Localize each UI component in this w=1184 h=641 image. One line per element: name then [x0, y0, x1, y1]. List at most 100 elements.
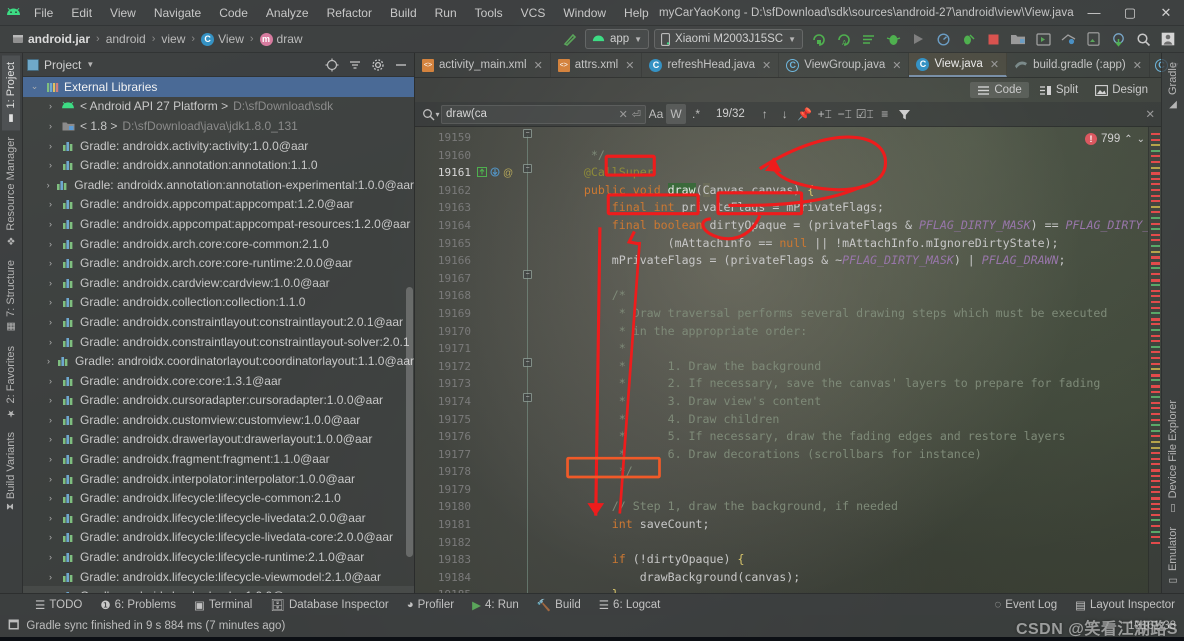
- error-marker[interactable]: [1151, 284, 1160, 287]
- error-marker[interactable]: [1151, 463, 1160, 466]
- error-marker[interactable]: [1151, 267, 1160, 270]
- tree-node[interactable]: › Gradle: androidx.annotation:annotation:…: [23, 155, 414, 175]
- apply-changes-restart-icon[interactable]: [858, 29, 878, 49]
- code-line[interactable]: */: [535, 463, 1148, 481]
- close-tab-icon[interactable]: ✕: [762, 59, 771, 72]
- error-marker[interactable]: [1151, 401, 1160, 404]
- error-marker[interactable]: [1151, 474, 1160, 477]
- chevron-right-icon[interactable]: ›: [45, 278, 56, 288]
- error-marker[interactable]: [1151, 261, 1160, 265]
- chevron-right-icon[interactable]: ›: [45, 454, 56, 464]
- error-marker[interactable]: [1151, 239, 1160, 242]
- tree-node[interactable]: › Gradle: androidx.annotation:annotation-…: [23, 175, 414, 195]
- sidebar-item-resource-manager[interactable]: ❖ Resource Manager: [2, 130, 20, 253]
- error-marker[interactable]: [1151, 155, 1160, 158]
- error-marker[interactable]: [1151, 256, 1160, 260]
- run-icon[interactable]: [908, 29, 928, 49]
- tree-node[interactable]: › Gradle: androidx.arch.core:core-common:…: [23, 234, 414, 254]
- error-marker[interactable]: [1151, 435, 1160, 438]
- error-marker[interactable]: [1151, 413, 1160, 415]
- search-history-icon[interactable]: ⏎: [632, 108, 641, 121]
- error-marker[interactable]: [1151, 502, 1160, 505]
- tool-button-problems[interactable]: ❶ 6: Problems: [91, 596, 185, 614]
- code-line[interactable]: [535, 534, 1148, 552]
- tree-node-external-libraries[interactable]: ⌄ External Libraries: [23, 77, 414, 97]
- menu-view[interactable]: View: [102, 3, 144, 23]
- code-line[interactable]: [535, 481, 1148, 499]
- next-match-icon[interactable]: ↓: [775, 104, 795, 124]
- error-marker[interactable]: [1151, 250, 1160, 253]
- error-marker[interactable]: [1151, 312, 1160, 315]
- tree-node[interactable]: › Gradle: androidx.activity:activity:1.0.…: [23, 136, 414, 156]
- tree-node[interactable]: › Gradle: androidx.drawerlayout:drawerlay…: [23, 430, 414, 450]
- chevron-right-icon[interactable]: ›: [45, 532, 56, 542]
- fold-box-block-2[interactable]: −: [523, 393, 532, 402]
- error-marker[interactable]: [1151, 469, 1160, 472]
- code-editor[interactable]: 19159 19160 19161 19162 19163 19164 19165 19166…: [415, 127, 1161, 593]
- sidebar-item-device-file-explorer[interactable]: ▯ Device File Explorer: [1164, 393, 1182, 520]
- error-marker[interactable]: [1151, 278, 1160, 282]
- tree-node[interactable]: › Gradle: androidx.core:core:1.3.1@aar: [23, 371, 414, 391]
- chevron-right-icon[interactable]: ›: [45, 258, 56, 268]
- error-marker[interactable]: [1151, 541, 1160, 544]
- notification-icon[interactable]: 🗖: [8, 616, 19, 637]
- fold-box-top[interactable]: −: [523, 129, 532, 138]
- error-marker[interactable]: [1151, 345, 1160, 348]
- error-marker[interactable]: [1151, 446, 1160, 449]
- code-line[interactable]: int saveCount;: [535, 516, 1148, 534]
- tool-button-profiler[interactable]: ◕ Profiler: [398, 597, 463, 613]
- chevron-right-icon[interactable]: ›: [45, 376, 56, 386]
- close-tab-icon[interactable]: ✕: [534, 59, 543, 72]
- code-line[interactable]: public void draw(Canvas canvas) {: [535, 182, 1148, 200]
- chevron-right-icon[interactable]: ›: [45, 395, 56, 405]
- next-problem-icon[interactable]: ⌄: [1137, 134, 1145, 145]
- error-marker-gutter[interactable]: [1148, 127, 1161, 593]
- tree-node[interactable]: › < Android API 27 Platform > D:\sfDownlo…: [23, 97, 414, 117]
- tree-node[interactable]: › Gradle: androidx.constraintlayout:const…: [23, 332, 414, 352]
- error-marker[interactable]: [1151, 457, 1160, 460]
- error-marker[interactable]: [1151, 149, 1160, 152]
- error-marker[interactable]: [1151, 357, 1160, 359]
- chevron-right-icon[interactable]: ›: [45, 493, 56, 503]
- chevron-right-icon[interactable]: ›: [45, 415, 56, 425]
- tool-button-run[interactable]: ▶ 4: Run: [463, 596, 528, 614]
- gear-icon[interactable]: [369, 56, 387, 74]
- error-marker[interactable]: [1151, 480, 1160, 483]
- error-marker[interactable]: [1151, 418, 1160, 421]
- pin-icon[interactable]: 📌: [795, 104, 815, 124]
- tree-node[interactable]: › Gradle: androidx.constraintlayout:const…: [23, 312, 414, 332]
- code-line[interactable]: */: [535, 147, 1148, 165]
- chevron-right-icon[interactable]: ›: [45, 317, 56, 327]
- chevron-down-icon[interactable]: ⌄: [29, 81, 40, 92]
- tree-node[interactable]: › Gradle: androidx.lifecycle:lifecycle-vi…: [23, 567, 414, 587]
- error-marker[interactable]: [1151, 452, 1160, 455]
- error-marker[interactable]: [1151, 172, 1160, 176]
- menu-edit[interactable]: Edit: [63, 3, 100, 23]
- implemented-method-icon[interactable]: [490, 164, 500, 182]
- search-everywhere-icon[interactable]: [1133, 29, 1153, 49]
- error-marker[interactable]: [1151, 200, 1160, 203]
- error-marker[interactable]: [1151, 144, 1160, 147]
- remove-selection-icon[interactable]: −⌶: [835, 104, 855, 124]
- error-marker[interactable]: [1151, 513, 1160, 516]
- sidebar-item-build-variants[interactable]: ⧗ Build Variants: [2, 425, 20, 517]
- error-marker[interactable]: [1151, 295, 1160, 298]
- tool-button-event-log[interactable]: ◌ Event Log: [985, 597, 1066, 613]
- breadcrumb-draw-method[interactable]: m draw: [256, 30, 307, 48]
- error-marker[interactable]: [1151, 228, 1160, 231]
- error-marker[interactable]: [1151, 373, 1160, 377]
- close-tab-icon[interactable]: ✕: [1133, 59, 1142, 72]
- error-marker[interactable]: [1151, 133, 1160, 135]
- clear-search-icon[interactable]: ✕: [619, 108, 628, 121]
- error-marker[interactable]: [1151, 233, 1160, 236]
- error-marker[interactable]: [1151, 245, 1160, 247]
- sidebar-item-structure[interactable]: ▦ 7: Structure: [2, 253, 20, 339]
- tree-node[interactable]: › Gradle: androidx.interpolator:interpola…: [23, 469, 414, 489]
- error-marker[interactable]: [1151, 508, 1160, 511]
- code-line[interactable]: * in the appropriate order:: [535, 323, 1148, 341]
- hammer-make-icon[interactable]: [560, 29, 580, 49]
- chevron-right-icon[interactable]: ›: [45, 356, 52, 366]
- code-line[interactable]: if (!dirtyOpaque) {: [535, 551, 1148, 569]
- error-marker[interactable]: [1151, 525, 1160, 527]
- tree-node[interactable]: › Gradle: androidx.appcompat:appcompat:1.…: [23, 195, 414, 215]
